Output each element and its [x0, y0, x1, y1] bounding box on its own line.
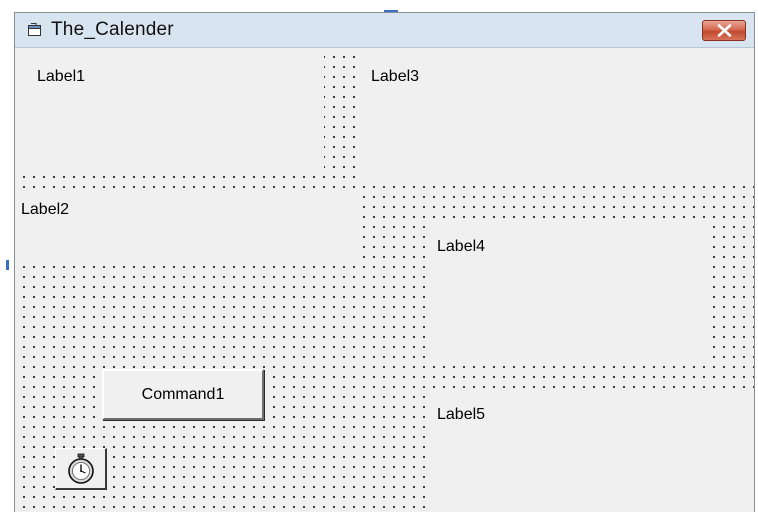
label2[interactable]: Label2 [17, 189, 360, 260]
label1[interactable]: Label1 [17, 50, 324, 176]
label3-text: Label3 [371, 68, 420, 85]
form-window[interactable]: The_Calender Label1 Label3 Label2 Label4… [14, 12, 755, 512]
label4[interactable]: Label4 [427, 220, 705, 366]
label5-text: Label5 [437, 406, 486, 423]
label4-text: Label4 [437, 238, 486, 255]
label5[interactable]: Label5 [427, 389, 754, 512]
selection-handle-mark [6, 260, 9, 270]
form-design-surface[interactable]: Label1 Label3 Label2 Label4 Label5 Comma… [15, 48, 754, 512]
close-icon [717, 24, 732, 37]
stopwatch-icon [68, 453, 94, 484]
close-button[interactable] [702, 20, 746, 41]
command1-button[interactable]: Command1 [102, 369, 264, 420]
timer-control[interactable] [55, 448, 107, 490]
form-icon [27, 22, 43, 38]
label3[interactable]: Label3 [361, 50, 754, 185]
label2-text: Label2 [21, 201, 70, 218]
window-title: The_Calender [51, 19, 174, 40]
label1-text: Label1 [37, 68, 86, 85]
title-bar[interactable]: The_Calender [15, 13, 754, 48]
